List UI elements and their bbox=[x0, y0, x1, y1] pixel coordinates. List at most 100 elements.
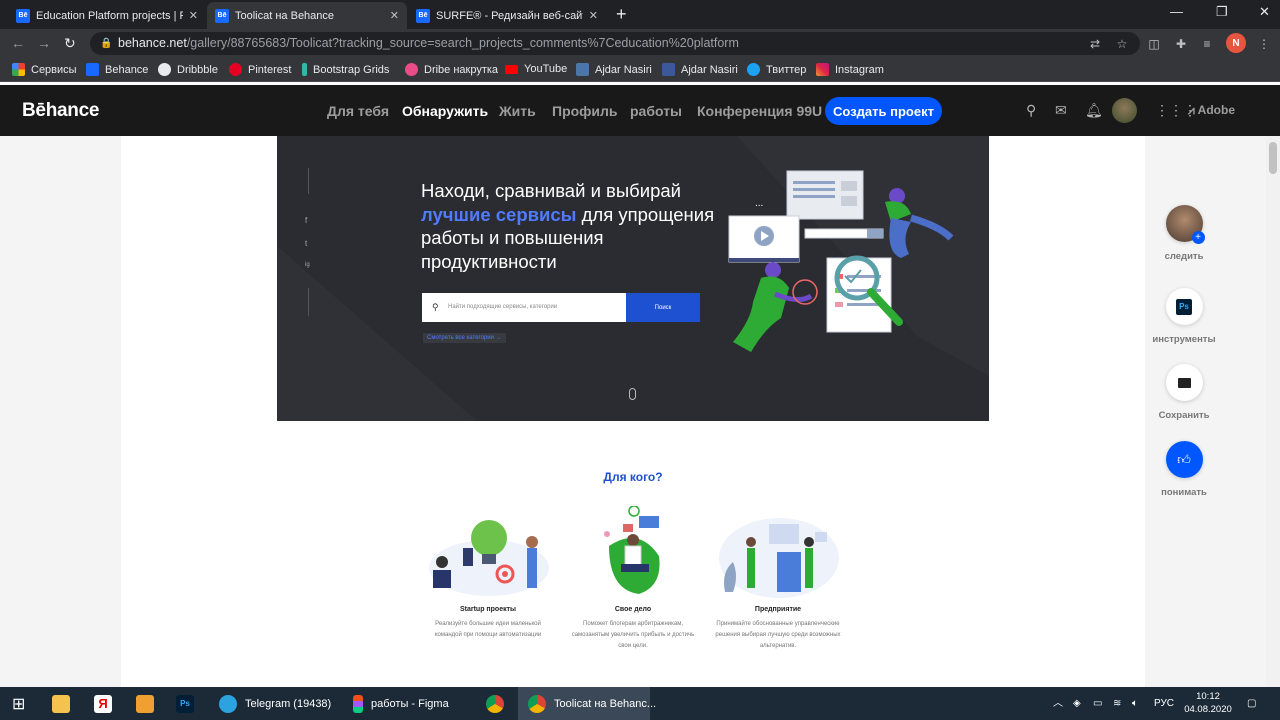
behance-logo[interactable]: Bēhance bbox=[22, 100, 99, 122]
puzzle-icon[interactable]: ✚ bbox=[1174, 37, 1188, 51]
mail-icon[interactable]: ✉ bbox=[1055, 102, 1067, 119]
nav-live[interactable]: Жить bbox=[499, 103, 536, 119]
appreciate-action[interactable]: 👍︎ понимать bbox=[1144, 441, 1224, 498]
bookmark-bootstrap-grids[interactable]: Bootstrap Grids bbox=[302, 63, 389, 76]
hero-search-input[interactable]: ⚲ Найти подходящие сервисы, категории bbox=[422, 293, 626, 322]
start-icon[interactable]: ⊞ bbox=[12, 687, 25, 720]
nav-jobs[interactable]: работы bbox=[630, 103, 682, 119]
hero-search-button[interactable]: Поиск bbox=[626, 293, 700, 322]
adobe-link[interactable]: ⩘ Adobe bbox=[1188, 103, 1235, 118]
bookmark-services[interactable]: Сервисы bbox=[12, 63, 77, 76]
save-action[interactable]: Сохранить bbox=[1144, 364, 1224, 421]
nav-for-you[interactable]: Для тебя bbox=[327, 103, 389, 119]
headline-accent: лучшие сервисы bbox=[421, 203, 577, 225]
notifications-icon[interactable]: ▢ bbox=[1247, 687, 1256, 720]
tools-action[interactable]: Ps инструменты bbox=[1144, 288, 1224, 345]
create-project-button[interactable]: Создать проект bbox=[825, 97, 942, 125]
bookmark-instagram[interactable]: Instagram bbox=[816, 63, 884, 76]
system-clock[interactable]: 10:12 04.08.2020 bbox=[1180, 690, 1236, 716]
tools-label: инструменты bbox=[1152, 334, 1216, 345]
appreciate-button[interactable]: 👍︎ bbox=[1165, 441, 1203, 478]
yandex-logo-icon: Я bbox=[94, 694, 112, 713]
bookmarks-bar: Сервисы Behance Dribbble Pinterest Boots… bbox=[0, 58, 1280, 82]
search-icon[interactable]: ⚲ bbox=[1026, 102, 1036, 119]
bookmark-ajdar-fb[interactable]: Ajdar Nasiri bbox=[662, 63, 738, 76]
bookmark-dribbble[interactable]: Dribbble bbox=[158, 63, 218, 76]
close-tab-icon[interactable]: ✕ bbox=[589, 9, 598, 22]
bell-icon[interactable]: 🔔︎ bbox=[1085, 102, 1103, 119]
battery-icon[interactable]: ▭ bbox=[1093, 687, 1102, 720]
nav-profile[interactable]: Профиль bbox=[552, 103, 618, 119]
maximize-icon[interactable]: ❐ bbox=[1216, 4, 1228, 20]
page-scrollbar[interactable] bbox=[1266, 136, 1280, 687]
follow-action[interactable]: + следить bbox=[1144, 205, 1224, 262]
audience-title: Свое дело bbox=[614, 606, 652, 613]
owner-avatar[interactable]: + bbox=[1165, 205, 1205, 244]
menu-icon[interactable]: ⋮ bbox=[1257, 37, 1271, 51]
reload-icon[interactable]: ↻ bbox=[64, 35, 76, 51]
tray-network-icon[interactable]: ◈ bbox=[1073, 687, 1081, 720]
tab-education-platform[interactable]: Bē Education Platform projects | Phot ✕ bbox=[8, 2, 206, 29]
tab-label: Toolicat на Behance bbox=[235, 9, 335, 22]
figma-icon bbox=[353, 694, 363, 713]
address-bar[interactable]: 🔒 behance.net/gallery/88765683/Toolicat?… bbox=[90, 32, 1140, 55]
yandex-icon[interactable]: Я bbox=[94, 687, 120, 720]
close-window-icon[interactable]: ✕ bbox=[1259, 4, 1270, 20]
facebook-icon[interactable]: f bbox=[305, 216, 307, 225]
file-explorer-icon[interactable] bbox=[52, 687, 78, 720]
audience-title: Startup проекты bbox=[459, 606, 517, 613]
user-avatar[interactable] bbox=[1112, 98, 1137, 123]
figma-task[interactable]: работы - Figma bbox=[345, 687, 469, 720]
adobe-icon: ⩘ bbox=[1188, 103, 1198, 117]
wifi-icon[interactable]: ≋ bbox=[1113, 687, 1121, 720]
translate-icon[interactable]: ⇄ bbox=[1088, 37, 1102, 51]
youtube-icon bbox=[505, 64, 518, 74]
headline-part-1: Находи, сравнивай и выбирай bbox=[421, 180, 682, 201]
language-indicator[interactable]: РУС bbox=[1154, 687, 1174, 720]
tray-chevron-icon[interactable]: ︿ bbox=[1053, 687, 1063, 720]
twitter-icon bbox=[747, 63, 760, 76]
follow-label: следить bbox=[1164, 251, 1204, 262]
minimize-icon[interactable]: — bbox=[1170, 4, 1183, 19]
arrow-right-icon: → bbox=[495, 335, 502, 341]
photoshop-taskbar-icon[interactable]: Ps bbox=[176, 687, 202, 720]
tools-button[interactable]: Ps bbox=[1165, 288, 1203, 325]
bookmark-twitter[interactable]: Твиттер bbox=[747, 63, 806, 76]
audience-title: Предприятие bbox=[754, 606, 802, 613]
tab-surfe[interactable]: Bē SURFE® - Редизайн веб-сайта х ✕ bbox=[408, 2, 606, 29]
bookmark-ajdar-vk[interactable]: Ajdar Nasiri bbox=[576, 63, 652, 76]
back-icon[interactable]: ← bbox=[11, 35, 25, 51]
save-button[interactable] bbox=[1165, 364, 1203, 401]
telegram-task[interactable]: Telegram (19438) bbox=[211, 687, 335, 720]
bookmark-label: Instagram bbox=[835, 63, 884, 76]
bookmark-star-icon[interactable]: ☆ bbox=[1115, 37, 1129, 51]
tab-toolicat[interactable]: Bē Toolicat на Behance ✕ bbox=[207, 2, 407, 29]
instagram-icon[interactable]: ig bbox=[305, 262, 310, 268]
forward-icon[interactable]: → bbox=[37, 35, 51, 51]
scrollbar-thumb[interactable] bbox=[1269, 142, 1277, 174]
new-tab-icon[interactable]: + bbox=[616, 5, 627, 23]
bookmark-label: Ajdar Nasiri bbox=[595, 63, 652, 76]
bookmark-behance[interactable]: Behance bbox=[86, 63, 148, 76]
nav-discover[interactable]: Обнаружить bbox=[402, 103, 488, 119]
close-tab-icon[interactable]: ✕ bbox=[189, 9, 198, 22]
volume-icon[interactable]: 🔈︎ bbox=[1132, 687, 1138, 720]
clock-date: 04.08.2020 bbox=[1184, 704, 1232, 715]
chrome-behance-task[interactable]: Toolicat на Behanc... bbox=[518, 687, 656, 720]
sublime-icon[interactable] bbox=[136, 687, 162, 720]
plus-icon: + bbox=[1191, 231, 1205, 244]
all-categories-link[interactable]: Смотреть все категории → bbox=[423, 333, 506, 343]
nav-99u[interactable]: Конференция 99U bbox=[697, 103, 822, 119]
audience-enterprise: Предприятие Принимайте обоснованные упра… bbox=[713, 606, 843, 652]
profile-avatar[interactable]: N bbox=[1226, 33, 1246, 53]
bookmark-dribe[interactable]: Dribe накрутка bbox=[405, 63, 498, 76]
extension-icon[interactable]: ◫ bbox=[1147, 37, 1161, 51]
close-tab-icon[interactable]: ✕ bbox=[390, 9, 399, 22]
bookmark-pinterest[interactable]: Pinterest bbox=[229, 63, 291, 76]
photoshop-icon: Ps bbox=[176, 694, 194, 713]
media-icon[interactable]: ≡ bbox=[1200, 37, 1214, 51]
bookmark-youtube[interactable]: YouTube bbox=[505, 63, 567, 75]
twitter-icon[interactable]: t bbox=[305, 239, 307, 248]
audience-description: Принимайте обоснованные управленческие р… bbox=[715, 621, 841, 649]
chrome-task[interactable] bbox=[486, 687, 512, 720]
